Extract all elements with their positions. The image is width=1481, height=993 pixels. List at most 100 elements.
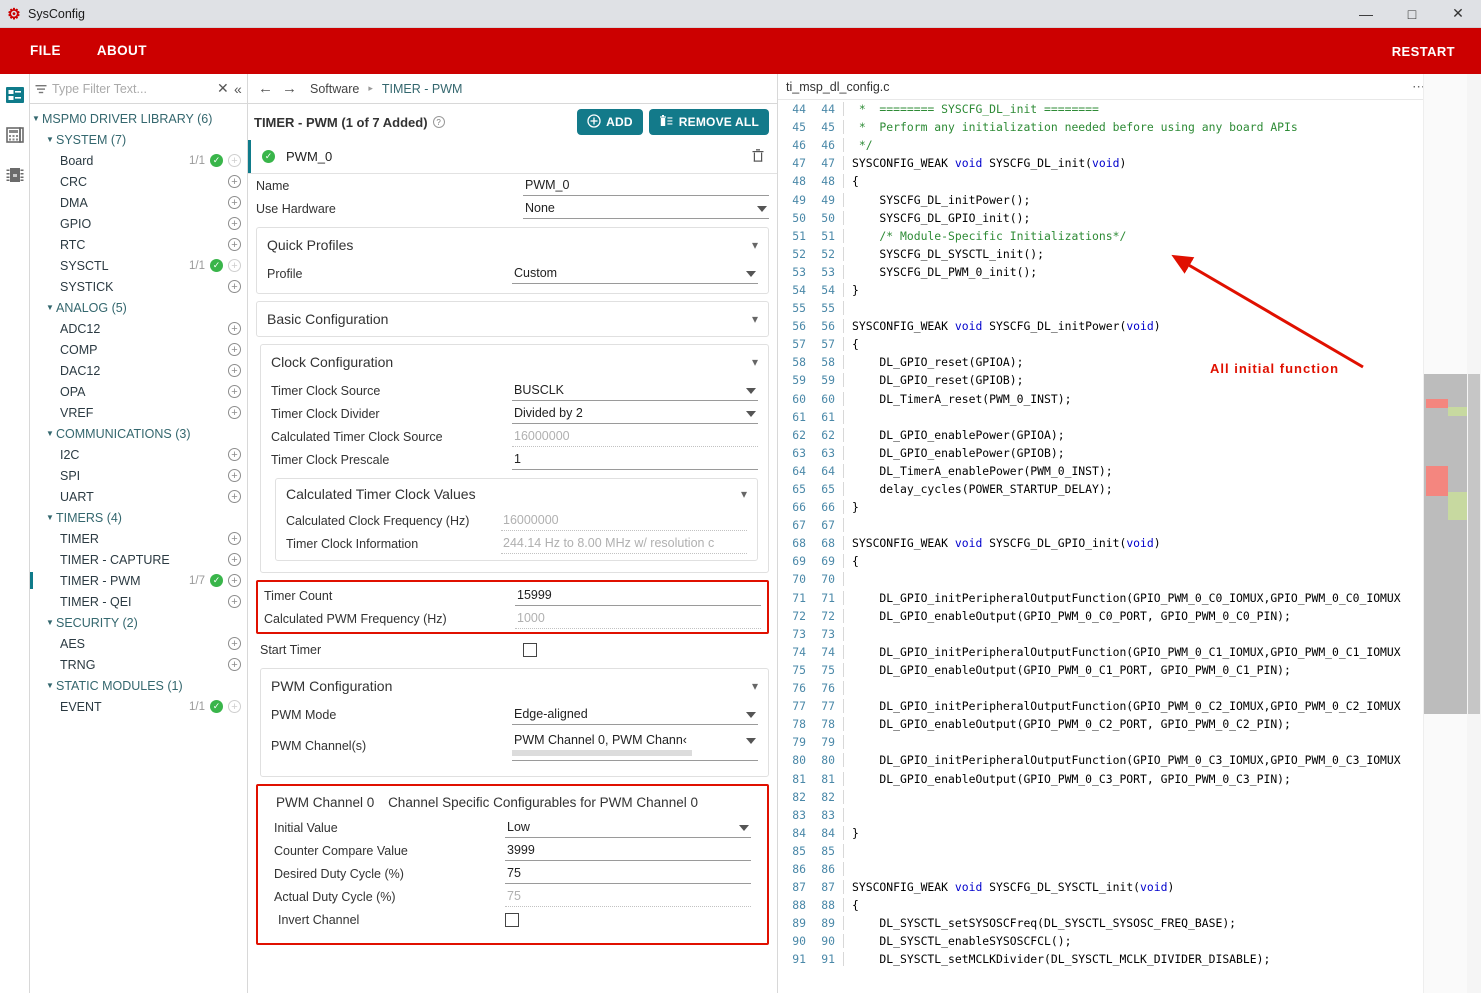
invert-channel-checkbox[interactable]	[505, 912, 519, 927]
collapse-all-icon[interactable]: «	[233, 81, 243, 97]
sidebar-item-adc12[interactable]: ADC12 +	[30, 318, 247, 339]
tree-group-security-2[interactable]: ▼ SECURITY (2)	[30, 612, 247, 633]
sidebar-item-vref[interactable]: VREF +	[30, 402, 247, 423]
pwm-configuration-header[interactable]: PWM Configuration ▾	[271, 669, 758, 703]
tree-group-timers-4[interactable]: ▼ TIMERS (4)	[30, 507, 247, 528]
chevron-down-icon[interactable]: ▼	[30, 114, 42, 123]
tree-group-analog-5[interactable]: ▼ ANALOG (5)	[30, 297, 247, 318]
remove-all-button[interactable]: REMOVE ALL	[648, 109, 769, 135]
name-input[interactable]: PWM_0	[523, 176, 769, 196]
initial-value-select[interactable]: Low	[505, 818, 751, 838]
profile-select[interactable]: Custom	[512, 264, 758, 284]
menu-about[interactable]: ABOUT	[79, 28, 165, 74]
close-icon[interactable]: ✕	[1435, 0, 1481, 28]
add-instance-icon[interactable]: +	[228, 469, 241, 482]
pwm-channels-select[interactable]: PWM Channel 0, PWM Chann‹	[512, 731, 758, 761]
breadcrumb-item-software[interactable]: Software	[310, 82, 359, 96]
tree-group-mspm0-driver-library-6[interactable]: ▼ MSPM0 DRIVER LIBRARY (6)	[30, 108, 247, 129]
timer-count-input[interactable]: 15999	[515, 586, 761, 606]
arrow-right-icon[interactable]: →	[282, 80, 297, 97]
add-instance-icon[interactable]: +	[228, 196, 241, 209]
chevron-down-icon[interactable]: ▼	[44, 513, 56, 522]
sidebar-item-event[interactable]: EVENT 1/1 ✓ +	[30, 696, 247, 717]
add-button[interactable]: ADD	[577, 109, 643, 135]
trash-icon[interactable]	[751, 148, 765, 166]
search-input[interactable]	[52, 81, 213, 96]
clock-configuration-header[interactable]: Clock Configuration ▾	[271, 345, 758, 379]
add-instance-icon[interactable]: +	[228, 175, 241, 188]
help-circle-icon[interactable]: ?	[432, 116, 445, 128]
code-scroll-thumb[interactable]	[1468, 374, 1480, 714]
maximize-icon[interactable]: □	[1389, 0, 1435, 28]
add-instance-icon[interactable]: +	[228, 385, 241, 398]
tree-group-static-modules-1[interactable]: ▼ STATIC MODULES (1)	[30, 675, 247, 696]
timer-clock-source-select[interactable]: BUSCLK	[512, 381, 758, 401]
minimap-viewport[interactable]	[1424, 374, 1467, 714]
horizontal-scrollbar[interactable]	[512, 750, 692, 756]
add-instance-icon[interactable]: +	[228, 532, 241, 545]
sidebar-item-dma[interactable]: DMA +	[30, 192, 247, 213]
add-instance-icon[interactable]: +	[228, 574, 241, 587]
use-hardware-select[interactable]: None	[523, 199, 769, 219]
desired-duty-cycle-input[interactable]: 75	[505, 864, 751, 884]
add-instance-icon[interactable]: +	[228, 658, 241, 671]
chevron-down-icon[interactable]: ▼	[44, 429, 56, 438]
timer-clock-divider-select[interactable]: Divided by 2	[512, 404, 758, 424]
chip-view-icon[interactable]	[4, 164, 26, 186]
sidebar-item-timer[interactable]: TIMER +	[30, 528, 247, 549]
chevron-down-icon[interactable]: ▼	[44, 618, 56, 627]
add-instance-icon[interactable]: +	[228, 343, 241, 356]
chevron-down-icon[interactable]: ▼	[44, 303, 56, 312]
sidebar-item-dac12[interactable]: DAC12 +	[30, 360, 247, 381]
arrow-left-icon[interactable]: ←	[258, 80, 273, 97]
sidebar-item-spi[interactable]: SPI +	[30, 465, 247, 486]
sidebar-item-uart[interactable]: UART +	[30, 486, 247, 507]
add-instance-icon[interactable]: +	[228, 490, 241, 503]
code-vertical-scrollbar[interactable]	[1467, 74, 1481, 993]
code-text-area[interactable]: 44 44 * ======== SYSCFG_DL_init ======== 4…	[778, 100, 1481, 993]
add-instance-icon[interactable]: +	[228, 154, 241, 167]
timer-clock-prescale-input[interactable]: 1	[512, 450, 758, 470]
add-instance-icon[interactable]: +	[228, 700, 241, 713]
counter-compare-value-input[interactable]: 3999	[505, 841, 751, 861]
add-instance-icon[interactable]: +	[228, 322, 241, 335]
basic-configuration-header[interactable]: Basic Configuration ▾	[267, 302, 758, 336]
start-timer-checkbox[interactable]	[523, 642, 537, 657]
sidebar-item-rtc[interactable]: RTC +	[30, 234, 247, 255]
chevron-down-icon[interactable]: ▾	[752, 312, 758, 326]
add-instance-icon[interactable]: +	[228, 637, 241, 650]
chevron-down-icon[interactable]: ▾	[752, 238, 758, 252]
add-instance-icon[interactable]: +	[228, 406, 241, 419]
chevron-down-icon[interactable]: ▾	[741, 487, 747, 501]
sidebar-item-aes[interactable]: AES +	[30, 633, 247, 654]
tree-group-communications-3[interactable]: ▼ COMMUNICATIONS (3)	[30, 423, 247, 444]
chevron-down-icon[interactable]: ▼	[44, 135, 56, 144]
sidebar-item-board[interactable]: Board 1/1 ✓ +	[30, 150, 247, 171]
sidebar-item-opa[interactable]: OPA +	[30, 381, 247, 402]
clear-x-icon[interactable]: ✕	[217, 80, 229, 97]
minimize-icon[interactable]: —	[1343, 0, 1389, 28]
add-instance-icon[interactable]: +	[228, 448, 241, 461]
restart-button[interactable]: RESTART	[1392, 44, 1481, 59]
sidebar-item-i2c[interactable]: I2C +	[30, 444, 247, 465]
add-instance-icon[interactable]: +	[228, 259, 241, 272]
quick-profiles-header[interactable]: Quick Profiles ▾	[267, 228, 758, 262]
chevron-down-icon[interactable]: ▼	[44, 681, 56, 690]
sidebar-item-sysctl[interactable]: SYSCTL 1/1 ✓ +	[30, 255, 247, 276]
sidebar-item-timer-pwm[interactable]: TIMER - PWM 1/7 ✓ +	[30, 570, 247, 591]
sidebar-item-systick[interactable]: SYSTICK +	[30, 276, 247, 297]
add-instance-icon[interactable]: +	[228, 553, 241, 566]
software-config-icon[interactable]	[4, 84, 26, 106]
chevron-down-icon[interactable]: ▾	[752, 679, 758, 693]
add-instance-icon[interactable]: +	[228, 238, 241, 251]
sidebar-item-crc[interactable]: CRC +	[30, 171, 247, 192]
code-minimap[interactable]	[1423, 74, 1468, 993]
sidebar-item-trng[interactable]: TRNG +	[30, 654, 247, 675]
add-instance-icon[interactable]: +	[228, 364, 241, 377]
sidebar-item-comp[interactable]: COMP +	[30, 339, 247, 360]
instance-row[interactable]: ✓ PWM_0	[248, 140, 777, 174]
pwm-mode-select[interactable]: Edge-aligned	[512, 705, 758, 725]
sidebar-item-timer-qei[interactable]: TIMER - QEI +	[30, 591, 247, 612]
sidebar-item-gpio[interactable]: GPIO +	[30, 213, 247, 234]
add-instance-icon[interactable]: +	[228, 595, 241, 608]
